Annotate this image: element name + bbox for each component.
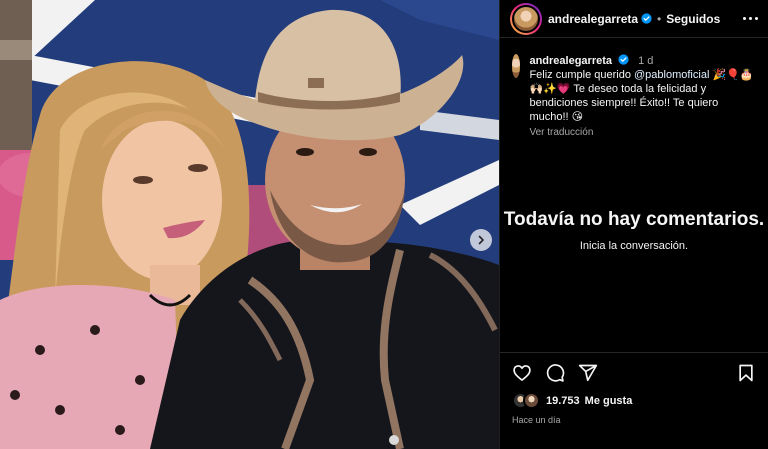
instagram-post-view: andrealegarreta • Seguidos andrealegarre… <box>0 0 768 449</box>
caption-text: Feliz cumple querido @pablomoficial 🎉🎈🎂🙌… <box>529 68 758 124</box>
comment-icon <box>546 364 565 382</box>
see-translation-link[interactable]: Ver traducción <box>529 126 758 140</box>
caption-text-start: Feliz cumple querido <box>529 69 635 81</box>
post-time-ago[interactable]: Hace un día <box>512 415 756 425</box>
heart-icon <box>513 365 531 381</box>
chevron-right-icon <box>478 235 484 245</box>
post-photo[interactable] <box>0 0 499 449</box>
caption-mention-link[interactable]: @pablomoficial <box>634 69 709 81</box>
caption-username[interactable]: andrealegarreta <box>529 55 612 67</box>
empty-comments-title: Todavía no hay comentarios. <box>503 209 765 230</box>
liker-avatar <box>523 392 540 409</box>
empty-comments-state: Todavía no hay comentarios. Inicia la co… <box>500 208 768 252</box>
verified-badge-icon <box>641 13 652 24</box>
caption-author-avatar[interactable] <box>512 54 521 78</box>
caption-body: andrealegarreta 1 d Feliz cumple querido… <box>529 54 758 140</box>
action-bar <box>512 363 756 383</box>
author-username[interactable]: andrealegarreta <box>548 12 638 26</box>
likes-label: Me gusta <box>584 395 633 407</box>
likes-summary[interactable]: 19.753 Me gusta <box>512 392 756 410</box>
like-button[interactable] <box>512 363 532 383</box>
carousel-next-button[interactable] <box>470 229 492 251</box>
verified-badge-icon <box>618 54 629 65</box>
share-icon <box>578 364 598 382</box>
more-options-icon[interactable] <box>743 17 758 20</box>
share-button[interactable] <box>578 363 598 383</box>
author-avatar[interactable] <box>510 2 542 35</box>
comment-button[interactable] <box>545 363 565 383</box>
post-actions-footer: 19.753 Me gusta Hace un día <box>500 352 768 425</box>
following-status-button[interactable]: Seguidos <box>666 12 720 26</box>
empty-comments-subtitle: Inicia la conversación. <box>579 240 689 252</box>
caption-emoji-end: 😘 <box>571 111 584 123</box>
liker-avatars <box>512 392 542 410</box>
post-side-panel: andrealegarreta • Seguidos andrealegarre… <box>499 0 768 449</box>
likes-count: 19.753 <box>546 395 580 407</box>
avatar-image <box>512 4 540 33</box>
selfie-photo <box>0 0 499 449</box>
header-separator: • <box>657 11 662 26</box>
post-header: andrealegarreta • Seguidos <box>500 0 768 38</box>
caption-timestamp[interactable]: 1 d <box>638 55 653 67</box>
save-button[interactable] <box>736 363 756 383</box>
bookmark-icon <box>739 364 753 382</box>
post-caption: andrealegarreta 1 d Feliz cumple querido… <box>500 38 768 140</box>
